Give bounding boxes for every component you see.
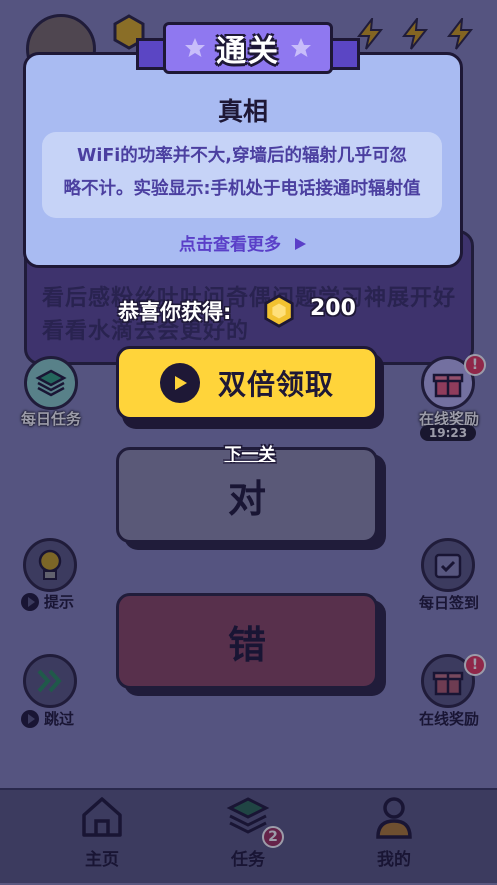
next-level-link[interactable]: 下一关 (218, 440, 282, 465)
double-claim-label: 双倍领取 (217, 368, 334, 401)
reward-amount: 200 (310, 296, 356, 321)
coin-icon (264, 294, 294, 328)
star-icon (185, 38, 205, 57)
explanation-text: WiFi的功率并不大,穿墙后的辐射几乎可忽 略不计。实验显示:手机处于电话接通时… (42, 140, 442, 206)
view-more-link[interactable]: 点击查看更多 (23, 230, 463, 255)
explanation-line-2: 略不计。实验显示:手机处于电话接通时辐射值 (63, 179, 421, 199)
banner-title: 通关 (216, 34, 280, 69)
explanation-line-1: WiFi的功率并不大,穿墙后的辐射几乎可忽 (77, 146, 407, 166)
double-claim-button[interactable]: 双倍领取 (116, 346, 378, 420)
reward-label: 恭喜你获得: (118, 300, 232, 324)
star-icon (291, 38, 311, 57)
modal-heading: 真相 (217, 97, 268, 126)
triangle-right-icon (294, 238, 306, 250)
play-icon (159, 363, 200, 403)
view-more-label: 点击查看更多 (179, 235, 282, 255)
level-clear-banner: 通关 (163, 22, 333, 74)
